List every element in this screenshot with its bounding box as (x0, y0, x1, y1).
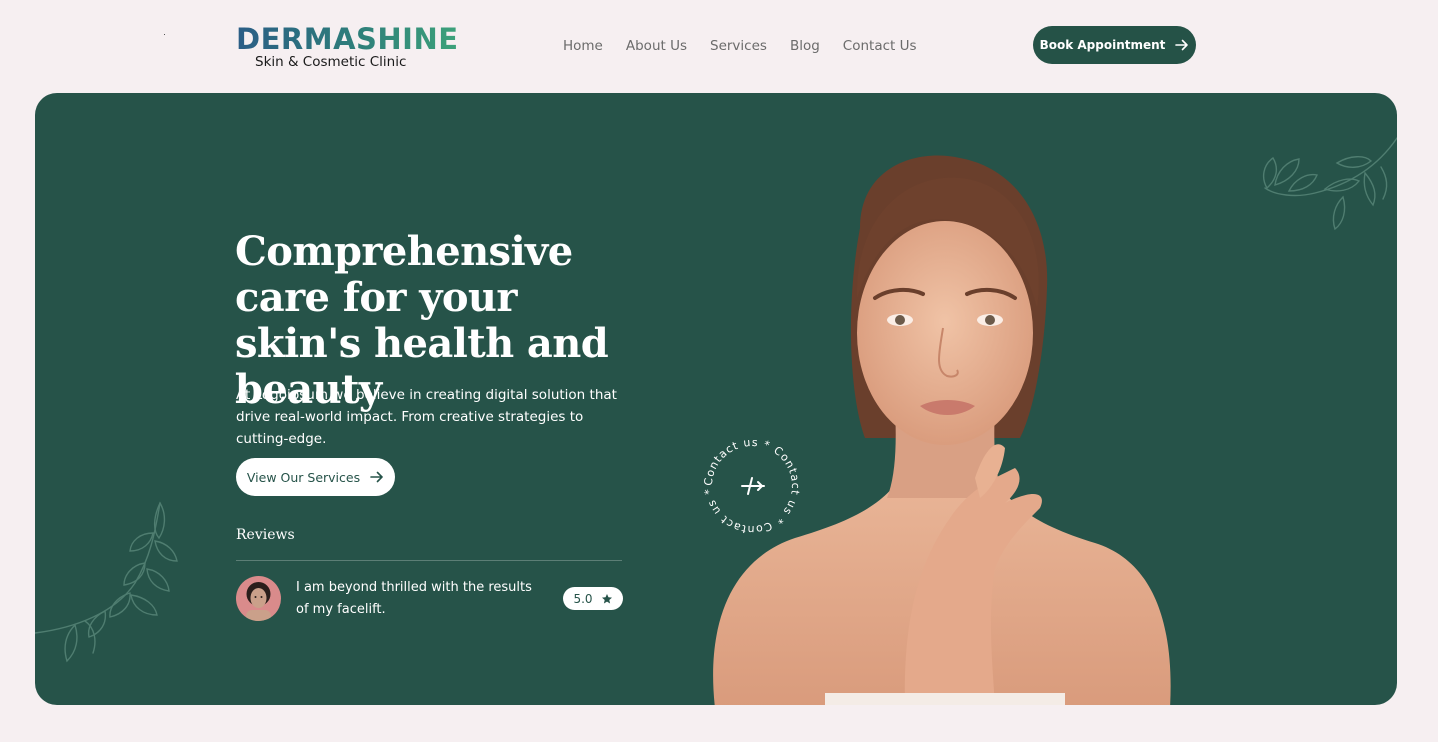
contact-us-badge[interactable]: Contact us * Contact us * Contact us * (702, 436, 802, 536)
view-services-button[interactable]: View Our Services (236, 458, 395, 496)
brand-logo[interactable]: DERMASHINE Skin & Cosmetic Clinic (236, 22, 459, 70)
main-nav: Home About Us Services Blog Contact Us (563, 38, 917, 54)
hero-section: Comprehensive care for your skin's healt… (35, 93, 1397, 705)
leaf-decoration-icon (35, 501, 178, 663)
rating-badge: 5.0 (563, 587, 623, 610)
reviews-title: Reviews (236, 527, 295, 543)
nav-item-about-us[interactable]: About Us (626, 38, 687, 54)
reviewer-avatar (236, 576, 281, 621)
star-icon (601, 593, 612, 603)
reviews-divider (236, 560, 622, 561)
nav-item-services[interactable]: Services (710, 38, 767, 54)
hero-model-image (713, 155, 1171, 705)
brand-name: DERMASHINE (236, 22, 459, 56)
view-services-label: View Our Services (246, 469, 361, 485)
review-text: I am beyond thrilled with the results of… (296, 580, 532, 617)
nav-item-contact-us[interactable]: Contact Us (843, 38, 917, 54)
arrow-right-icon (1175, 39, 1189, 51)
nav-item-home[interactable]: Home (563, 38, 603, 54)
nav-item-blog[interactable]: Blog (790, 38, 820, 54)
book-appointment-label: Book Appointment (1039, 38, 1166, 52)
floral-decoration-icon (1262, 137, 1397, 231)
stray-dot (164, 34, 165, 35)
book-appointment-button[interactable]: Book Appointment (1033, 26, 1196, 64)
rating-value: 5.0 (573, 591, 593, 606)
brand-tagline: Skin & Cosmetic Clinic (255, 54, 407, 70)
hero-intro: At Logoipsum we believe in creating digi… (236, 387, 617, 447)
arrow-right-icon (370, 471, 383, 483)
airplane-icon (741, 477, 765, 495)
